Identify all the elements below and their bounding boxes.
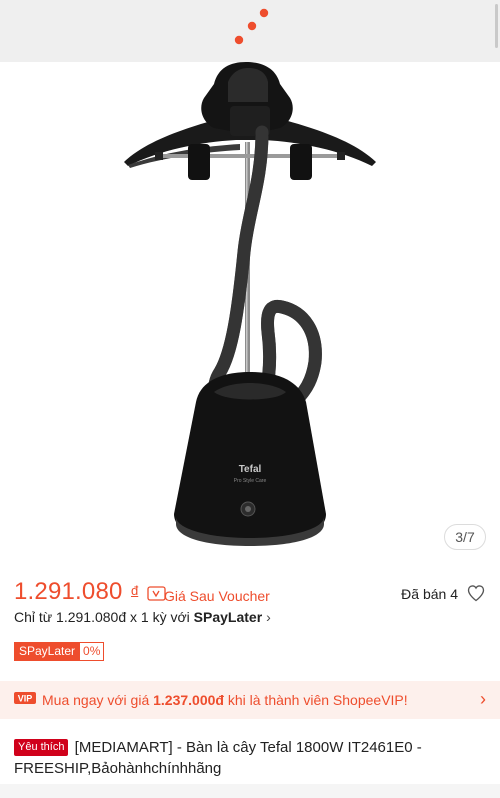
chevron-right-icon: › [480,689,486,709]
product-image: Tefal Pro Style Care [124,62,376,546]
installment-provider: SPayLater [193,609,263,625]
vip-promo-text: Mua ngay với giá 1.237.000đ khi là thành… [42,692,408,708]
favorite-badge: Yêu thích [14,739,69,756]
brand-label: Tefal [239,464,262,475]
product-gallery[interactable]: Tefal Pro Style Care 3/7 [0,62,500,556]
price-row: 1.291.080 đ Giá Sau Voucher Đã bán 4 [14,578,486,610]
spaylater-rate: 0% [80,642,105,661]
installment-text: Chỉ từ 1.291.080đ x 1 kỳ với [14,609,194,625]
shopee-vip-banner[interactable]: VIP Mua ngay với giá 1.237.000đ khi là t… [0,681,500,719]
section-divider [0,784,500,798]
scrollbar[interactable] [495,4,498,48]
chevron-right-icon: › [266,609,271,625]
loading-spinner-icon [234,8,269,45]
heart-icon[interactable] [466,583,486,603]
sold-count: Đã bán 4 [401,586,458,602]
product-title-text: [MEDIAMART] - Bàn là cây Tefal 1800W IT2… [14,739,422,777]
product-title: Yêu thích [MEDIAMART] - Bàn là cây Tefal… [14,737,490,779]
spaylater-badge: SPayLater 0% [14,642,105,662]
product-price: 1.291.080 [14,578,123,605]
spaylater-name: SPayLater [14,642,81,661]
svg-text:VIP: VIP [18,694,33,704]
vip-icon: VIP [14,692,36,704]
voucher-price-label[interactable]: Giá Sau Voucher [164,588,270,604]
loading-header [0,0,500,62]
image-counter: 3/7 [444,524,486,550]
installment-info[interactable]: Chỉ từ 1.291.080đ x 1 kỳ với SPayLater › [14,609,271,625]
currency-symbol: đ [131,583,139,598]
brand-sublabel: Pro Style Care [234,478,267,484]
